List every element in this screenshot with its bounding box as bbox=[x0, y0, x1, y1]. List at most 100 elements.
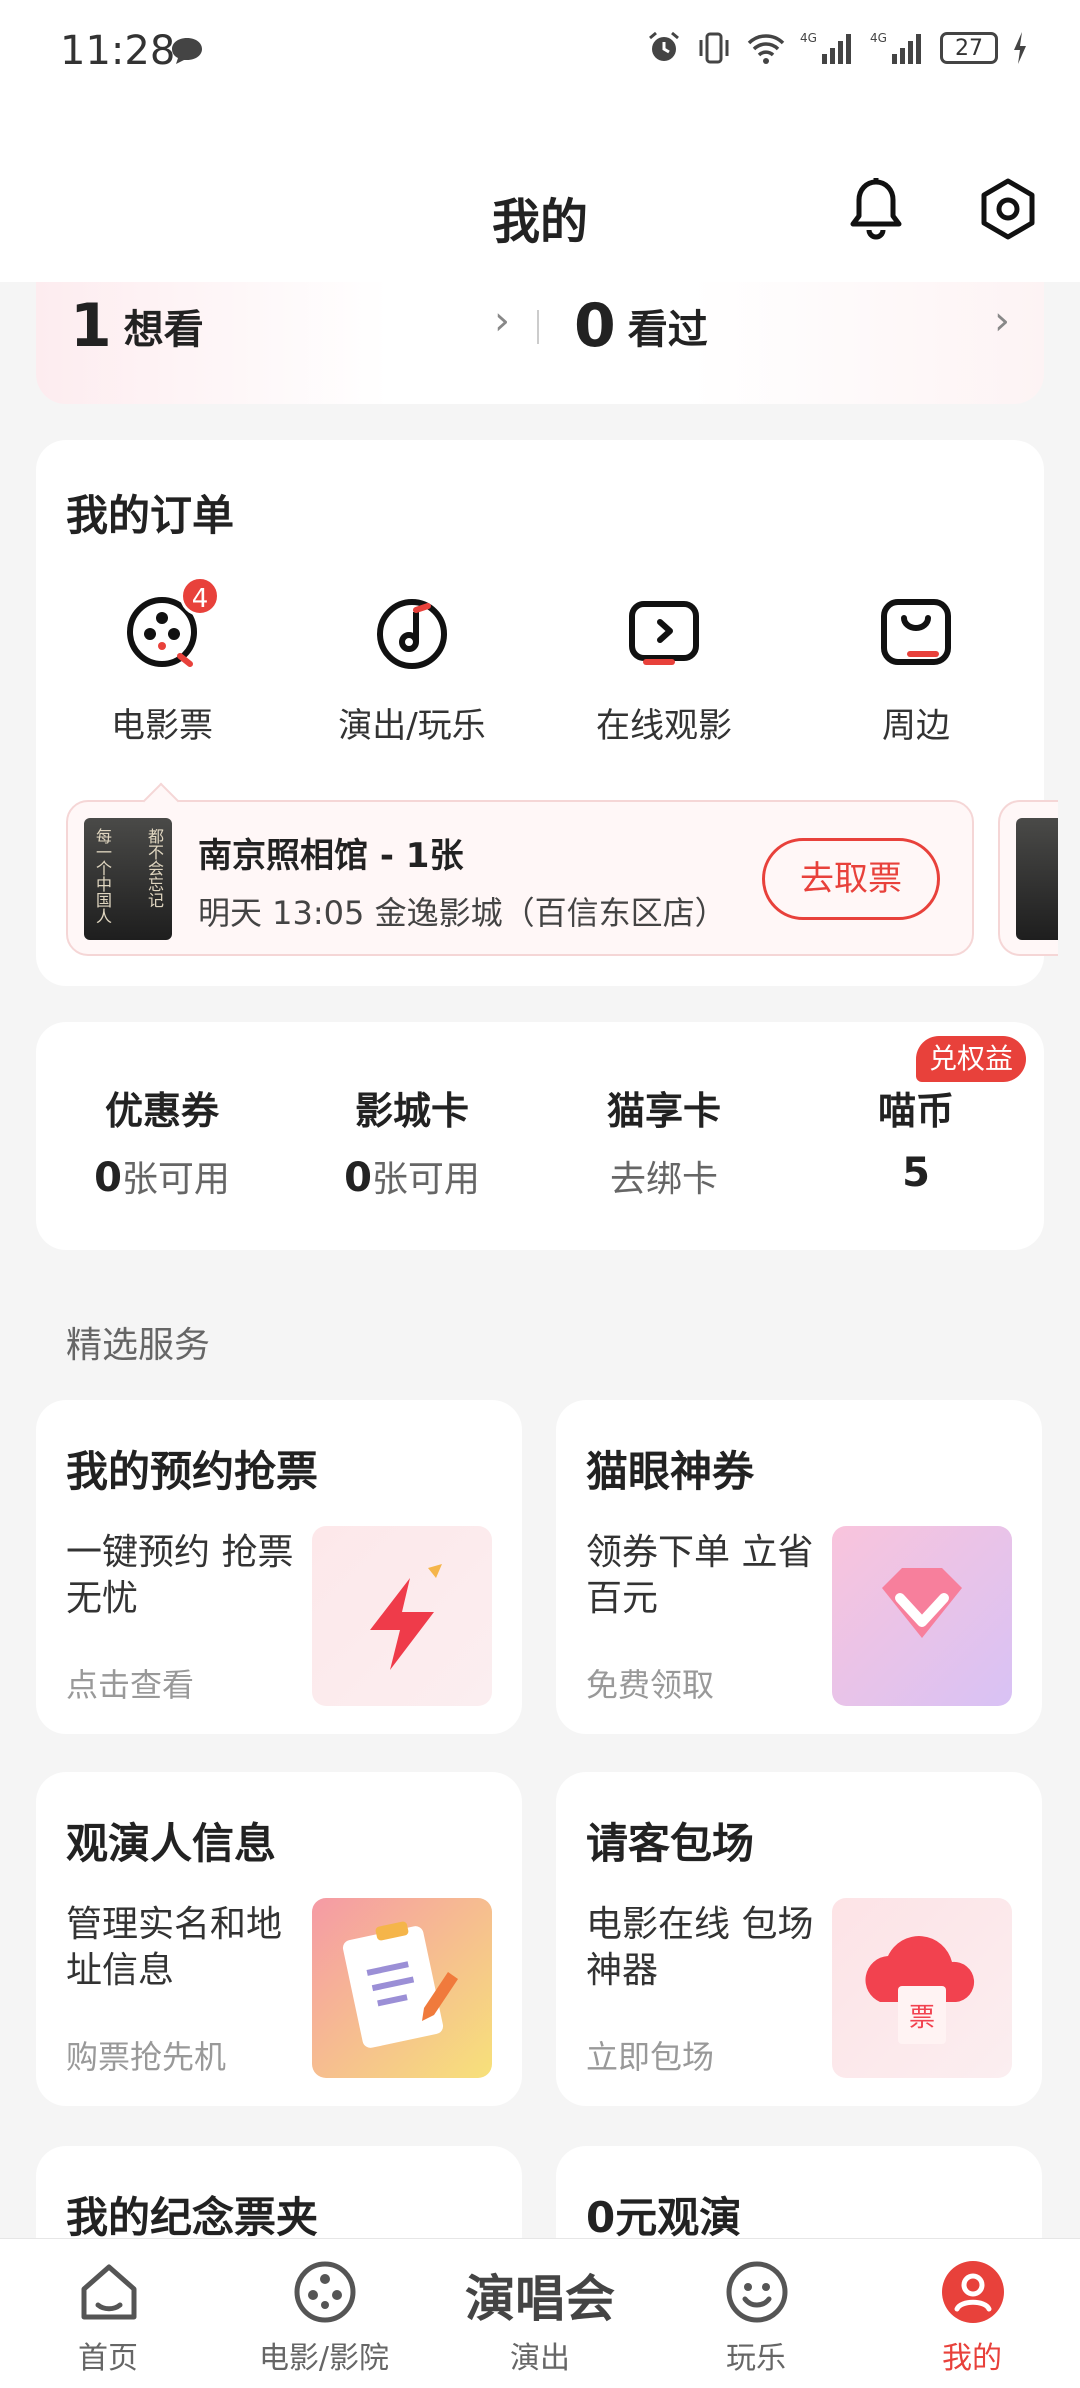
alarm-icon bbox=[649, 31, 679, 61]
poster-text-right: 都不会忘记 bbox=[145, 828, 164, 908]
order-badge: 4 bbox=[180, 576, 220, 616]
clipboard-pencil-icon bbox=[312, 1898, 492, 2078]
service-card-reservation[interactable]: 我的预约抢票 一键预约 抢票无忧 点击查看 bbox=[36, 1400, 522, 1734]
page-header: 我的 bbox=[0, 106, 1080, 282]
tab-profile[interactable]: 我的 bbox=[864, 2239, 1080, 2388]
tab-label: 首页 bbox=[78, 2341, 138, 2376]
ticket-title: 南京照相馆 - 1张 bbox=[198, 836, 464, 876]
service-desc: 领券下单 立省百元 bbox=[586, 1532, 814, 1619]
assets-card bbox=[36, 1022, 1044, 1250]
music-note-icon bbox=[377, 599, 447, 669]
asset-value-unit: 去绑卡 bbox=[609, 1159, 718, 1200]
want-count: 1 bbox=[70, 291, 112, 361]
asset-value-num: 5 bbox=[902, 1150, 930, 1196]
service-sub: 点击查看 bbox=[66, 1666, 195, 1704]
service-card-free-show[interactable]: 0元观演 bbox=[556, 2146, 1042, 2246]
play-screen-icon bbox=[629, 601, 699, 665]
tab-play[interactable]: 玩乐 bbox=[648, 2239, 864, 2388]
service-desc: 管理实名和地址信息 bbox=[66, 1904, 283, 1991]
status-icons: 4G 4G 27 bbox=[646, 30, 1028, 66]
want-to-watch[interactable]: 1 想看 bbox=[70, 282, 204, 370]
want-label: 想看 bbox=[123, 307, 204, 353]
status-time: 11:28 bbox=[60, 28, 176, 74]
ticket-card-next[interactable] bbox=[998, 800, 1058, 956]
asset-title: 喵币 bbox=[877, 1089, 954, 1133]
watched[interactable]: 0 看过 bbox=[574, 282, 708, 370]
asset-value-unit: 张可用 bbox=[371, 1159, 480, 1200]
poster-text-left: 每一个中国人 bbox=[93, 828, 112, 924]
service-card-coupon[interactable]: 猫眼神券 领券下单 立省百元 免费领取 bbox=[556, 1400, 1042, 1734]
diamond-coupon-icon bbox=[832, 1526, 1012, 1706]
service-title: 我的纪念票夹 bbox=[66, 2193, 319, 2242]
asset-title: 猫享卡 bbox=[606, 1089, 721, 1133]
ticket-card[interactable]: 每一个中国人 都不会忘记 南京照相馆 - 1张 明天 13:05 金逸影城（百信… bbox=[66, 782, 974, 956]
svg-text:4G: 4G bbox=[870, 31, 887, 45]
chevron-right-icon: › bbox=[994, 298, 1010, 344]
asset-value: 去绑卡 bbox=[538, 1150, 790, 1202]
cloud-ticket-icon: 票 bbox=[832, 1898, 1012, 2078]
order-label: 电影票 bbox=[111, 706, 213, 746]
tab-shows[interactable]: 演唱会 演出 bbox=[432, 2239, 648, 2388]
tab-movies[interactable]: 电影/影院 bbox=[216, 2239, 432, 2388]
smile-icon bbox=[726, 2261, 788, 2323]
divider bbox=[537, 310, 539, 344]
service-sub: 立即包场 bbox=[586, 2038, 715, 2076]
movie-poster bbox=[1016, 818, 1058, 940]
tab-label: 我的 bbox=[942, 2341, 1002, 2376]
wifi-icon bbox=[747, 34, 785, 64]
asset-value-num: 0 bbox=[94, 1155, 122, 1201]
ticket-subtitle: 明天 13:05 金逸影城（百信东区店） bbox=[198, 894, 727, 932]
svg-text:票: 票 bbox=[909, 2003, 935, 2033]
gear-icon[interactable] bbox=[978, 176, 1038, 242]
home-icon bbox=[81, 2264, 137, 2320]
bell-icon[interactable] bbox=[846, 176, 906, 242]
service-title: 观演人信息 bbox=[66, 1819, 277, 1868]
charging-icon bbox=[1014, 32, 1026, 64]
watched-label: 看过 bbox=[627, 307, 708, 353]
profile-icon bbox=[942, 2261, 1004, 2323]
watch-stats-card: 1 想看 › 0 看过 › bbox=[36, 282, 1044, 404]
service-title: 我的预约抢票 bbox=[66, 1447, 319, 1496]
shopping-bag-icon bbox=[881, 599, 951, 665]
pickup-ticket-button[interactable]: 去取票 bbox=[762, 838, 940, 920]
service-card-private-screening[interactable]: 请客包场 电影在线 包场神器 立即包场 票 bbox=[556, 1772, 1042, 2106]
signal-4g-icon-2: 4G bbox=[870, 31, 921, 64]
service-title: 猫眼神券 bbox=[586, 1447, 755, 1496]
service-sub: 免费领取 bbox=[586, 1666, 715, 1704]
film-reel-icon bbox=[294, 2261, 356, 2323]
asset-value-num: 0 bbox=[344, 1155, 372, 1201]
asset-title: 优惠券 bbox=[104, 1089, 219, 1133]
order-label: 演出/玩乐 bbox=[338, 706, 486, 746]
service-title: 0元观演 bbox=[586, 2193, 742, 2242]
movie-poster: 每一个中国人 都不会忘记 bbox=[84, 818, 172, 940]
svg-text:4G: 4G bbox=[800, 31, 817, 45]
chat-bubble-icon bbox=[172, 38, 202, 64]
chevron-right-icon: › bbox=[494, 298, 510, 344]
order-label: 周边 bbox=[882, 706, 950, 746]
asset-title: 影城卡 bbox=[354, 1089, 469, 1133]
asset-value-unit: 张可用 bbox=[121, 1159, 230, 1200]
status-bar: 11:28 4G 4G 27 bbox=[0, 0, 1080, 106]
watched-count: 0 bbox=[574, 291, 616, 361]
service-card-ticket-folder[interactable]: 我的纪念票夹 bbox=[36, 2146, 522, 2246]
vibrate-icon bbox=[699, 32, 729, 64]
battery-indicator: 27 bbox=[940, 32, 998, 64]
order-label: 在线观影 bbox=[596, 706, 732, 746]
signal-4g-icon: 4G bbox=[800, 31, 851, 64]
service-desc: 一键预约 抢票无忧 bbox=[66, 1532, 294, 1619]
tab-home[interactable]: 首页 bbox=[0, 2239, 216, 2388]
service-desc: 电影在线 包场神器 bbox=[586, 1904, 814, 1991]
tab-label: 演出 bbox=[510, 2341, 570, 2376]
tab-concert-text: 演唱会 bbox=[465, 2270, 615, 2328]
services-title: 精选服务 bbox=[66, 1325, 211, 1366]
asset-value: 0张可用 bbox=[286, 1150, 538, 1202]
orders-title: 我的订单 bbox=[66, 491, 235, 540]
tab-label: 电影/影院 bbox=[258, 2341, 390, 2376]
service-title: 请客包场 bbox=[586, 1819, 755, 1868]
service-card-attendee[interactable]: 观演人信息 管理实名和地址信息 购票抢先机 bbox=[36, 1772, 522, 2106]
asset-value: 0张可用 bbox=[36, 1150, 288, 1202]
service-sub: 购票抢先机 bbox=[66, 2038, 227, 2076]
redeem-badge[interactable]: 兑权益 bbox=[916, 1036, 1026, 1082]
bottom-tab-bar: 首页 电影/影院 演唱会 演出 玩乐 我的 bbox=[0, 2238, 1080, 2388]
asset-value: 5 bbox=[790, 1150, 1042, 1196]
